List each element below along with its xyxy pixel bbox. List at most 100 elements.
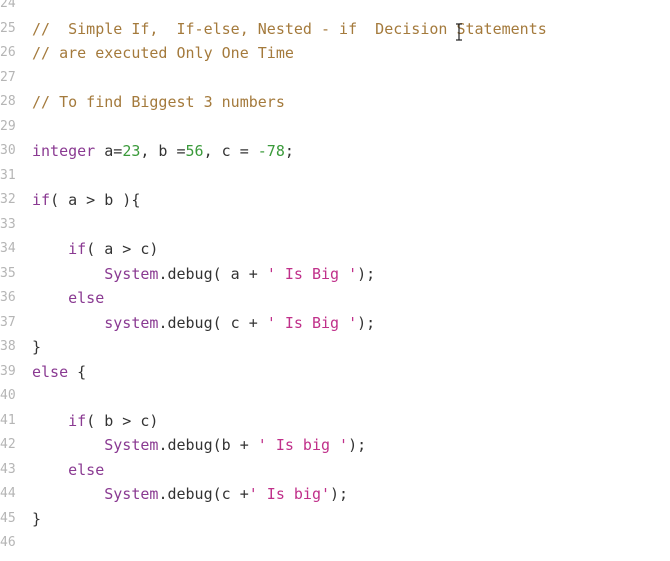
code-line[interactable]: 31 [0,164,670,189]
line-code: // To find Biggest 3 numbers [32,90,285,115]
code-line[interactable]: 33 [0,213,670,238]
code-line[interactable]: 25 // Simple If, If-else, Nested - if Dec… [0,17,670,42]
line-code: else { [32,360,86,385]
code-token: { [68,362,87,381]
keyword-token: if [32,191,51,209]
code-line[interactable]: 34 if( a > c) [0,237,670,262]
line-code: else [32,286,104,311]
code-line[interactable]: 43 else [0,458,670,483]
line-number: 25 [0,20,16,36]
line-code: integer a=23, b =56, c = -78; [32,139,294,164]
code-token: ); [357,313,376,332]
line-number: 33 [0,216,16,232]
keyword-token: if [68,411,87,430]
line-code: if( b > c) [32,409,158,434]
line-code: if( a > b ){ [32,188,140,213]
string-token: ' Is Big ' [266,313,358,332]
code-token: , b = [140,142,186,160]
line-number: 39 [0,363,16,379]
line-number: 43 [0,461,16,477]
line-number: 37 [0,314,16,330]
code-token: } [32,338,42,356]
code-token: ( a > c) [86,240,159,258]
code-line[interactable]: 46 [0,531,670,556]
code-token: ); [330,485,349,503]
keyword-token: else [68,460,105,479]
number-token: 56 [185,142,204,160]
code-token: .debug(c + [158,485,249,503]
line-code: System.debug(c +' Is big'); [32,482,348,507]
code-line[interactable]: 27 [0,66,670,91]
code-line[interactable]: 42 System.debug(b + ' Is big '); [0,433,670,458]
code-token: ( b > c) [86,411,159,430]
line-number: 38 [0,339,16,354]
code-line[interactable]: 44 System.debug(c +' Is big'); [0,482,670,507]
code-editor[interactable]: 24 25 // Simple If, If-else, Nested - if D… [0,0,670,561]
line-number: 24 [0,0,16,11]
identifier-token: System [104,436,159,454]
code-line[interactable]: 37 system.debug( c + ' Is Big '); [0,311,670,336]
line-number: 42 [0,437,16,452]
comment-token: // Simple If, If-else, Nested - if Decis… [32,19,547,38]
code-line[interactable]: 41 if( b > c) [0,409,670,434]
code-line[interactable]: 28 // To find Biggest 3 numbers [0,90,670,115]
line-code: system.debug( c + ' Is Big '); [32,311,375,336]
line-number: 30 [0,143,16,158]
string-token: ' Is big' [248,485,331,503]
code-line[interactable]: 30 integer a=23, b =56, c = -78; [0,139,670,164]
line-code: System.debug(b + ' Is big '); [32,433,366,458]
code-line[interactable]: 35 System.debug( a + ' Is Big '); [0,262,670,287]
code-token: , c = [203,142,258,160]
string-token: ' Is big ' [257,436,349,454]
string-token: ' Is Big ' [266,264,358,283]
code-token: .debug( c + [158,313,267,332]
line-number: 40 [0,388,16,403]
code-token: .debug( a + [158,264,267,283]
line-number: 44 [0,486,16,501]
code-line[interactable]: 36 else [0,286,670,311]
line-number: 31 [0,167,16,183]
line-number: 32 [0,192,16,207]
line-code: } [32,507,41,532]
line-code: if( a > c) [32,237,158,262]
code-line[interactable]: 24 [0,0,670,17]
keyword-token: if [68,240,87,258]
line-number: 26 [0,45,16,60]
code-token: ); [348,436,367,454]
code-token: } [32,509,42,528]
code-token: a= [95,142,123,160]
code-line[interactable]: 39 else { [0,360,670,385]
text-ibeam-cursor-icon [455,23,463,41]
line-number: 36 [0,290,16,305]
keyword-token: else [32,362,69,381]
identifier-token: system [104,313,159,332]
line-number: 34 [0,241,16,256]
line-code: else [32,458,104,483]
code-line[interactable]: 29 [0,115,670,140]
code-token: ); [357,264,376,283]
keyword-token: else [68,289,105,307]
line-code: System.debug( a + ' Is Big '); [32,262,375,287]
code-line[interactable]: 45} [0,507,670,532]
keyword-token: integer [32,142,96,160]
line-number: 28 [0,94,16,109]
comment-token: // are executed Only One Time [32,44,294,62]
code-token: ; [284,142,294,160]
line-number: 41 [0,412,16,428]
identifier-token: System [104,264,159,283]
code-token: ( a > b ){ [50,191,141,209]
line-number: 29 [0,118,16,134]
identifier-token: System [104,485,159,503]
line-code: } [32,335,41,360]
code-line[interactable]: 38} [0,335,670,360]
code-line[interactable]: 40 [0,384,670,409]
line-number: 27 [0,69,16,85]
code-line[interactable]: 26 // are executed Only One Time [0,41,670,66]
line-number: 35 [0,265,16,281]
code-line[interactable]: 32 if( a > b ){ [0,188,670,213]
